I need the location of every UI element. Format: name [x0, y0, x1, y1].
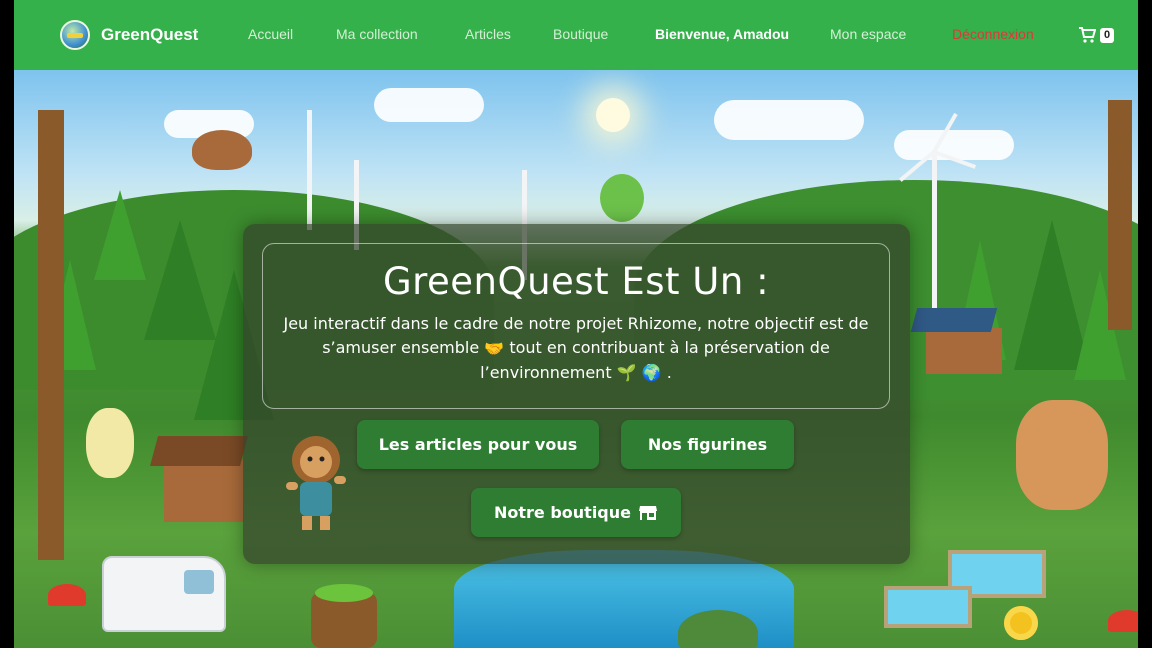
- intro-box: GreenQuest Est Un : Jeu interactif dans …: [262, 243, 890, 409]
- lion-mascot: [286, 436, 346, 530]
- logout-link[interactable]: Déconnexion: [952, 26, 1034, 42]
- pine-tree: [94, 190, 146, 280]
- hero-text-end: .: [666, 362, 672, 382]
- hero-description: Jeu interactif dans le cadre de notre pr…: [276, 312, 876, 385]
- nav-item-accueil[interactable]: Accueil: [248, 26, 293, 42]
- bird-character: [192, 130, 252, 170]
- sun-illustration: [596, 98, 630, 132]
- cabin-roof: [149, 436, 249, 466]
- compost-barrel: [311, 584, 377, 648]
- nav-item-articles[interactable]: Articles: [465, 26, 511, 42]
- globe-emoji-icon: 🌍: [641, 363, 662, 382]
- cloud: [714, 100, 864, 140]
- cart-count-badge: 0: [1100, 27, 1115, 43]
- greenquest-logo-icon: [60, 20, 90, 50]
- handshake-emoji-icon: 🤝: [484, 338, 505, 358]
- pond: [884, 586, 972, 628]
- brand[interactable]: GreenQuest: [60, 20, 198, 50]
- hero-title: GreenQuest Est Un :: [382, 260, 770, 303]
- solar-roof: [910, 308, 998, 332]
- nav-item-ma-collection[interactable]: Ma collection: [336, 26, 418, 42]
- cloud: [894, 130, 1014, 160]
- cloud: [374, 88, 484, 122]
- tree-trunk: [38, 110, 64, 560]
- tree-trunk: [1108, 100, 1132, 330]
- seedling-emoji-icon: 🌱: [616, 363, 637, 382]
- truck-window: [184, 570, 214, 594]
- articles-button-label: Les articles pour vous: [378, 435, 578, 454]
- wind-turbine: [307, 110, 312, 230]
- turtle-character: [678, 610, 758, 648]
- nav-item-mon-espace[interactable]: Mon espace: [830, 26, 906, 42]
- shop-button[interactable]: Notre boutique: [471, 488, 681, 537]
- dinosaur-character: [600, 174, 644, 222]
- figurines-button[interactable]: Nos figurines: [621, 420, 794, 469]
- welcome-text: Bienvenue, Amadou: [655, 26, 790, 42]
- ranger-character: [1016, 400, 1108, 510]
- store-icon: [639, 505, 657, 520]
- wind-turbine: [932, 150, 937, 310]
- wooden-cabin: [164, 460, 244, 522]
- page-frame: GreenQuest Accueil Ma collection Article…: [14, 0, 1138, 648]
- nav-item-boutique[interactable]: Boutique: [553, 26, 608, 42]
- cart-button[interactable]: 0: [1078, 27, 1115, 43]
- top-navbar: GreenQuest Accueil Ma collection Article…: [14, 0, 1138, 70]
- shopping-cart-icon: [1079, 27, 1096, 43]
- figurines-button-label: Nos figurines: [647, 435, 768, 454]
- delivery-truck: [102, 556, 226, 632]
- articles-button[interactable]: Les articles pour vous: [357, 420, 599, 469]
- house: [926, 328, 1002, 374]
- mascot-character: [86, 408, 134, 478]
- brand-name: GreenQuest: [101, 25, 199, 44]
- mushroom: [1108, 610, 1138, 632]
- sunflower: [1004, 606, 1038, 640]
- mushroom: [48, 584, 86, 606]
- shop-button-label: Notre boutique: [493, 503, 631, 522]
